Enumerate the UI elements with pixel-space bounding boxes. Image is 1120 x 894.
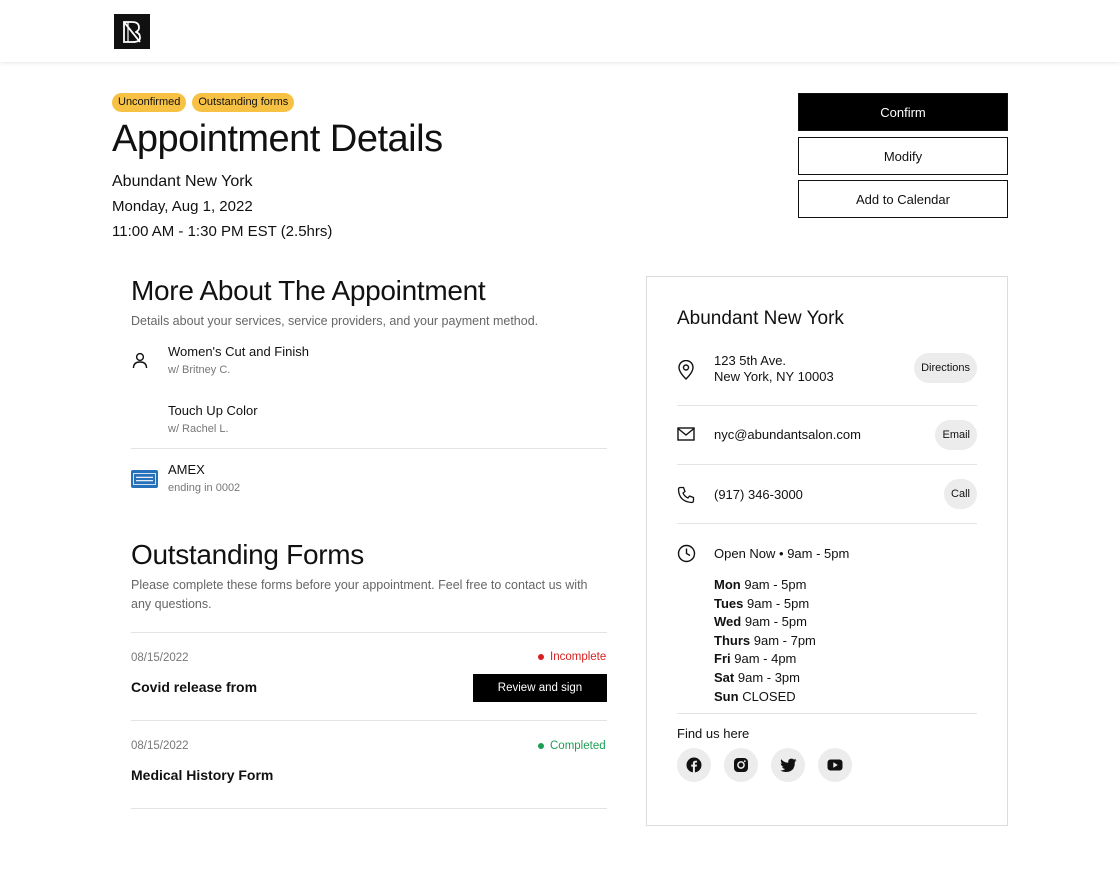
logo-mark-icon [123,20,141,43]
service-name: Touch Up Color [168,403,258,418]
hours-day: Tues [714,595,744,611]
address-line-2: New York, NY 10003 [714,369,834,384]
hours-row: Wed 9am - 5pm [714,613,816,632]
venue-name: Abundant New York [112,173,253,190]
phone-icon [677,486,695,509]
top-bar [0,0,1120,62]
directions-button[interactable]: Directions [914,353,977,383]
payment-card-brand: AMEX [168,462,205,477]
confirm-button[interactable]: Confirm [798,93,1008,131]
form-status-label: Completed [550,740,606,752]
address-line-1: 123 5th Ave. [714,353,787,368]
status-badge-outstanding-forms: Outstanding forms [192,93,295,112]
open-now-status: Open Now • 9am - 5pm [714,546,850,561]
hours-time: 9am - 4pm [734,651,797,667]
hours-day: Sat [714,669,735,685]
outstanding-forms-title: Outstanding Forms [131,539,364,570]
modify-button[interactable]: Modify [798,137,1008,175]
outstanding-forms-description: Please complete these forms before your … [131,578,588,611]
hours-row: Mon 9am - 5pm [714,576,816,595]
form-date: 08/15/2022 [131,740,189,752]
form-status-incomplete: Incomplete [538,651,606,663]
form-name: Medical History Form [131,767,274,783]
status-badge-unconfirmed: Unconfirmed [112,93,187,112]
hours-day: Mon [714,577,741,592]
divider [677,464,977,465]
status-badges: Unconfirmed Outstanding forms [112,93,295,112]
service-provider: w/ Rachel L. [168,423,229,435]
service-item: Women's Cut and Finish w/ Britney C. [168,344,309,376]
facebook-icon[interactable] [677,748,711,782]
person-icon [131,351,149,374]
form-status-completed: Completed [538,740,606,752]
form-status-label: Incomplete [550,651,607,663]
hours-day: Sun [714,688,739,704]
hours-time: 9am - 5pm [747,595,810,611]
payment-card-ending: ending in 0002 [168,482,241,494]
divider [677,523,977,524]
instagram-icon[interactable] [724,748,758,782]
form-name: Covid release from [131,679,258,695]
call-button[interactable]: Call [944,479,977,509]
brand-logo[interactable] [114,14,150,49]
payment-method: AMEX ending in 0002 [168,462,240,494]
service-provider: w/ Britney C. [168,364,231,376]
status-dot-icon [538,743,544,749]
status-dot-icon [538,654,544,660]
hours-time: 9am - 5pm [744,614,807,630]
social-links [677,748,852,782]
find-us-label: Find us here [677,726,750,741]
hours-day: Fri [714,651,731,667]
divider [677,713,977,714]
add-to-calendar-button[interactable]: Add to Calendar [798,180,1008,218]
mail-icon [677,427,695,446]
phone-number: (917) 346-3000 [714,487,803,502]
amex-card-icon [131,470,158,488]
more-about-title: More About The Appointment [131,275,486,306]
hours-row: Sun CLOSED [714,688,816,707]
email-address: nyc@abundantsalon.com [714,427,861,442]
address: 123 5th Ave. New York, NY 10003 [714,353,834,385]
appointment-date: Monday, Aug 1, 2022 [112,198,253,215]
divider [131,632,607,633]
hours-row: Tues 9am - 5pm [714,595,816,614]
more-about-description: Details about your services, service pro… [131,314,539,328]
hours-day: Thurs [714,632,751,648]
hours-row: Sat 9am - 3pm [714,669,816,688]
review-and-sign-button[interactable]: Review and sign [473,674,607,702]
business-hours: Mon 9am - 5pm Tues 9am - 5pm Wed 9am - 5… [714,576,816,706]
service-name: Women's Cut and Finish [168,344,309,359]
hours-time: 9am - 3pm [737,669,800,685]
hours-day: Wed [714,614,742,630]
page-title: Appointment Details [112,118,443,160]
hours-row: Thurs 9am - 7pm [714,632,816,651]
divider [677,405,977,406]
service-item: Touch Up Color w/ Rachel L. [168,403,258,435]
divider [131,448,607,449]
twitter-icon[interactable] [771,748,805,782]
clock-icon [677,544,696,568]
hours-time: 9am - 5pm [744,577,807,592]
divider [131,808,607,809]
appointment-time: 11:00 AM - 1:30 PM EST (2.5hrs) [112,223,333,240]
hours-time: 9am - 7pm [753,632,816,648]
location-card-title: Abundant New York [677,308,844,329]
form-date: 08/15/2022 [131,652,189,664]
hours-time: CLOSED [742,688,796,704]
youtube-icon[interactable] [818,748,852,782]
divider [131,720,607,721]
map-pin-icon [677,359,695,385]
location-card: Abundant New York 123 5th Ave. New York,… [646,276,1008,826]
email-button[interactable]: Email [935,420,977,450]
hours-row: Fri 9am - 4pm [714,650,816,669]
